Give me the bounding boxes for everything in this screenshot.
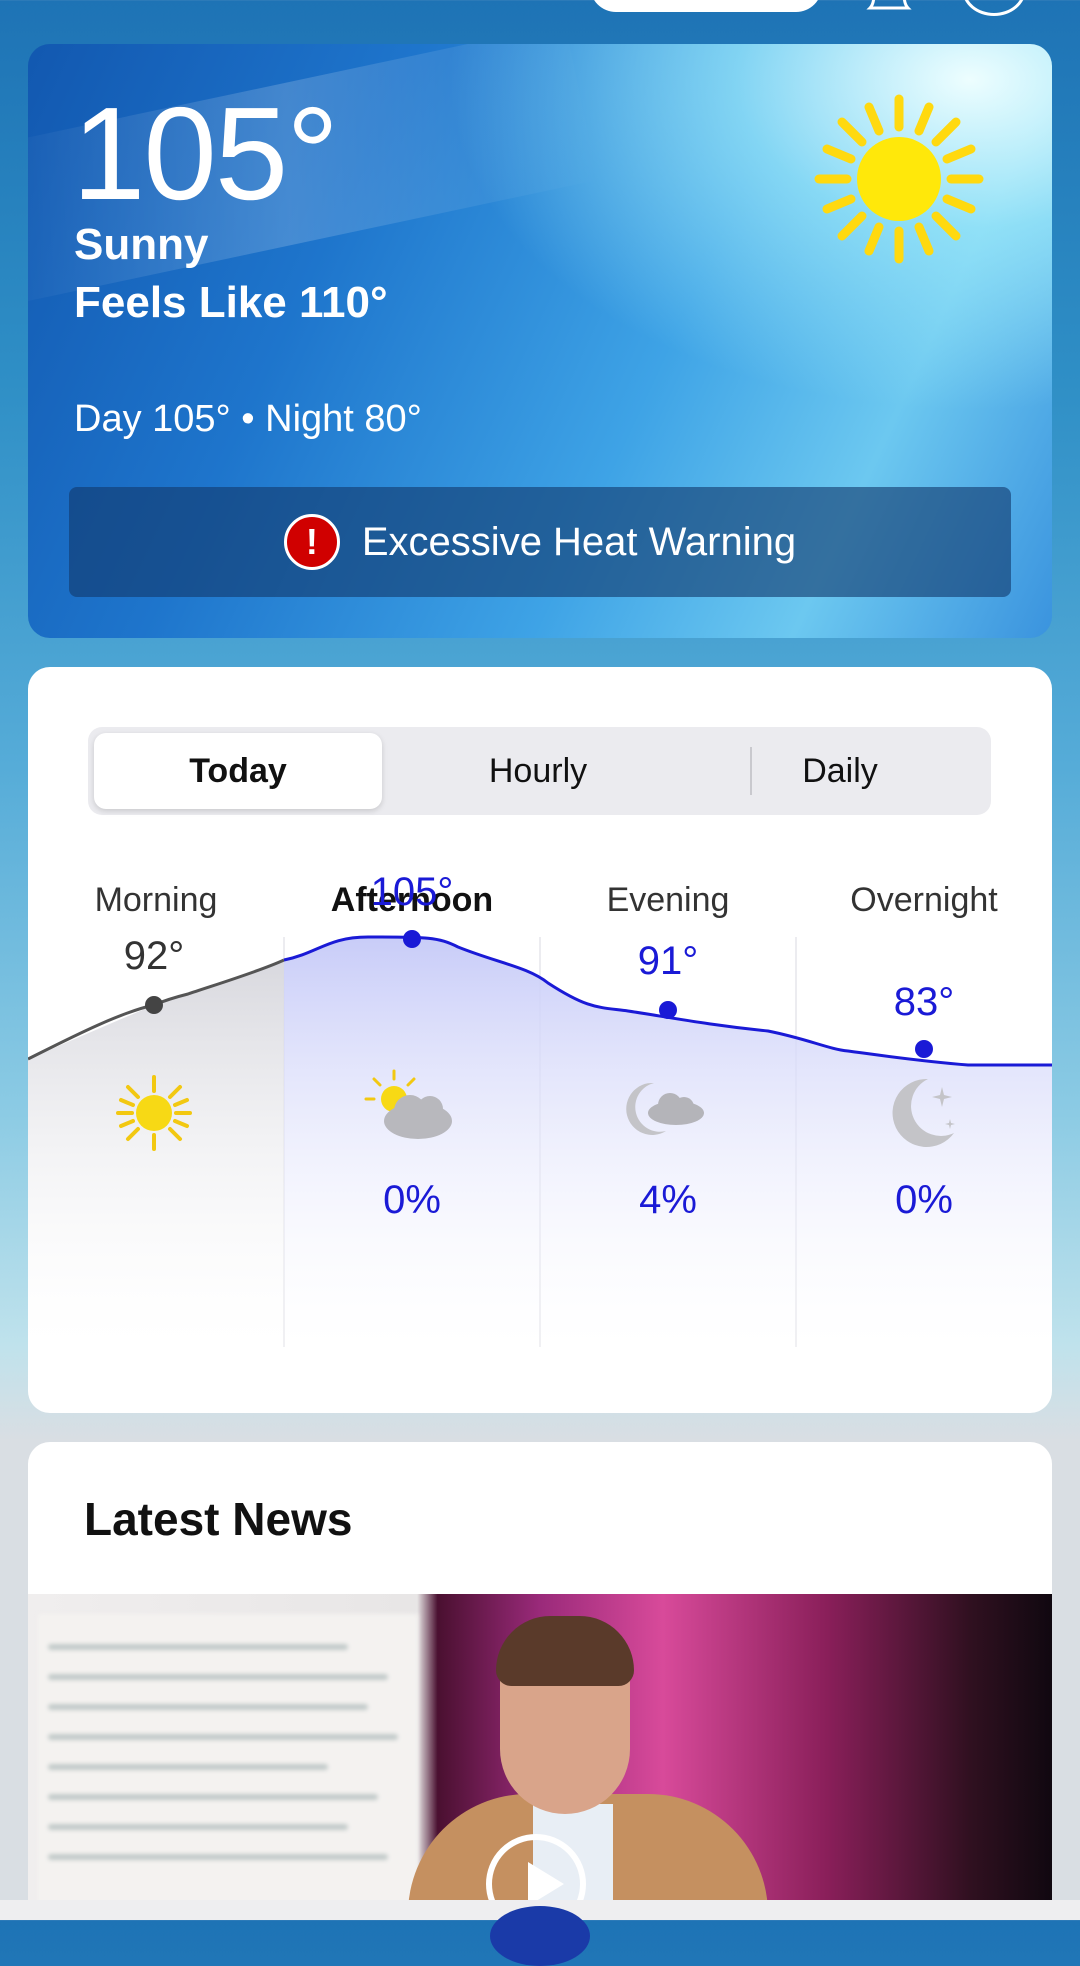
period-evening: Evening — [606, 881, 730, 919]
period-overnight: Overnight — [850, 881, 998, 919]
current-condition: Sunny — [74, 220, 209, 269]
bottom-nav-center-button[interactable] — [490, 1906, 590, 1966]
avatar[interactable] — [962, 0, 1026, 16]
news-card: Latest News — [28, 1442, 1052, 1920]
news-section-title: Latest News — [84, 1493, 353, 1545]
forecast-card: Today Hourly Daily Morning Afternoon Eve… — [28, 667, 1052, 1413]
current-temperature: 105° — [72, 80, 339, 227]
forecast-tabs: Today Hourly Daily — [88, 727, 991, 815]
temp-label-evening: 91° — [638, 939, 699, 983]
top-bar — [0, 0, 1080, 30]
feels-like: Feels Like 110° — [74, 278, 388, 327]
precip-overnight: 0% — [895, 1178, 953, 1222]
location-selector[interactable] — [268, 0, 358, 10]
tab-hourly[interactable]: Hourly — [388, 733, 688, 809]
precip-evening: 4% — [639, 1178, 697, 1222]
day-night-temps: Day 105° • Night 80° — [74, 398, 422, 440]
presenter-hair — [496, 1616, 634, 1686]
news-video-thumbnail[interactable] — [28, 1594, 1052, 1920]
period-morning: Morning — [94, 881, 218, 919]
bell-icon[interactable] — [866, 0, 912, 12]
precip-afternoon: 0% — [383, 1178, 441, 1222]
temp-label-afternoon: 105° — [371, 870, 454, 914]
sun-icon — [814, 94, 984, 264]
point-overnight — [915, 1040, 933, 1058]
point-evening — [659, 1001, 677, 1019]
heat-warning-banner[interactable]: ! Excessive Heat Warning — [69, 487, 1011, 597]
temperature-chart: 92° 105° 91° 83° 0% 4% 0% — [28, 870, 1052, 1347]
temp-label-morning: 92° — [124, 934, 185, 978]
tab-daily[interactable]: Daily — [692, 733, 988, 809]
sun-icon — [116, 1075, 192, 1151]
temp-label-overnight: 83° — [894, 980, 955, 1024]
tab-today[interactable]: Today — [94, 733, 382, 809]
current-conditions-card[interactable]: 105° Sunny Feels Like 110° Day 105° • Ni… — [28, 44, 1052, 638]
past-area — [28, 960, 284, 1347]
point-afternoon — [403, 930, 421, 948]
point-morning — [145, 996, 163, 1014]
search-bar[interactable] — [590, 0, 822, 12]
alert-icon: ! — [283, 514, 340, 570]
alert-text: Excessive Heat Warning — [361, 519, 797, 564]
document-background — [38, 1614, 418, 1920]
